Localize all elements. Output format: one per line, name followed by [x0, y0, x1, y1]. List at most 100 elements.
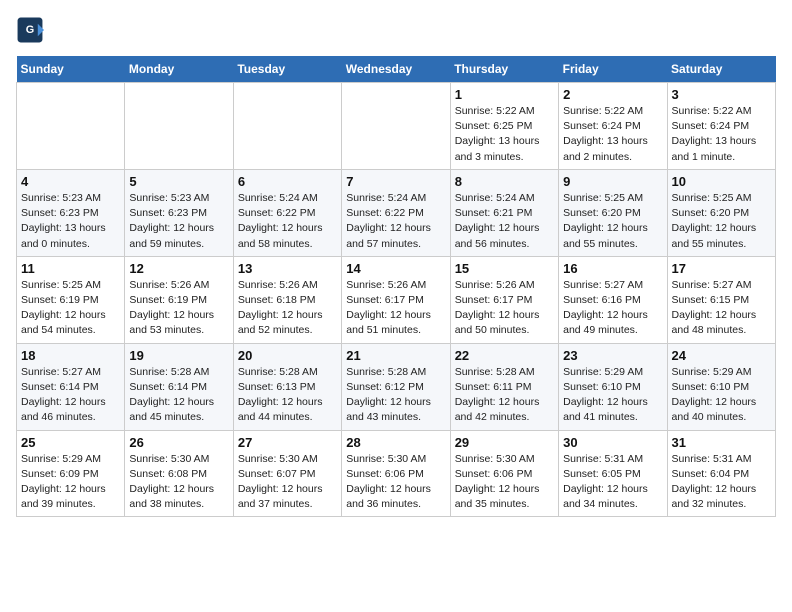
- day-info: Sunrise: 5:22 AM Sunset: 6:24 PM Dayligh…: [563, 104, 662, 165]
- day-info: Sunrise: 5:30 AM Sunset: 6:06 PM Dayligh…: [346, 452, 445, 513]
- day-number: 16: [563, 261, 662, 276]
- day-number: 1: [455, 87, 554, 102]
- week-row-5: 25Sunrise: 5:29 AM Sunset: 6:09 PM Dayli…: [17, 430, 776, 517]
- day-info: Sunrise: 5:28 AM Sunset: 6:11 PM Dayligh…: [455, 365, 554, 426]
- day-info: Sunrise: 5:31 AM Sunset: 6:05 PM Dayligh…: [563, 452, 662, 513]
- day-info: Sunrise: 5:22 AM Sunset: 6:24 PM Dayligh…: [672, 104, 771, 165]
- day-info: Sunrise: 5:27 AM Sunset: 6:15 PM Dayligh…: [672, 278, 771, 339]
- calendar-cell: [17, 83, 125, 170]
- weekday-header-saturday: Saturday: [667, 56, 775, 83]
- calendar-cell: [233, 83, 341, 170]
- calendar-cell: 17 Sunrise: 5:27 AM Sunset: 6:15 PM Dayli…: [667, 256, 775, 343]
- day-info: Sunrise: 5:22 AM Sunset: 6:25 PM Dayligh…: [455, 104, 554, 165]
- day-number: 15: [455, 261, 554, 276]
- week-row-3: 11Sunrise: 5:25 AM Sunset: 6:19 PM Dayli…: [17, 256, 776, 343]
- weekday-header-tuesday: Tuesday: [233, 56, 341, 83]
- day-number: 21: [346, 348, 445, 363]
- week-row-1: 1 Sunrise: 5:22 AM Sunset: 6:25 PM Daylig…: [17, 83, 776, 170]
- day-info: Sunrise: 5:27 AM Sunset: 6:14 PM Dayligh…: [21, 365, 120, 426]
- day-info: Sunrise: 5:28 AM Sunset: 6:14 PM Dayligh…: [129, 365, 228, 426]
- day-info: Sunrise: 5:24 AM Sunset: 6:22 PM Dayligh…: [346, 191, 445, 252]
- calendar-cell: 2 Sunrise: 5:22 AM Sunset: 6:24 PM Daylig…: [559, 83, 667, 170]
- calendar-cell: 7 Sunrise: 5:24 AM Sunset: 6:22 PM Daylig…: [342, 169, 450, 256]
- calendar-cell: 14 Sunrise: 5:26 AM Sunset: 6:17 PM Dayli…: [342, 256, 450, 343]
- day-info: Sunrise: 5:28 AM Sunset: 6:13 PM Dayligh…: [238, 365, 337, 426]
- logo-icon: G: [16, 16, 44, 44]
- calendar-cell: 20 Sunrise: 5:28 AM Sunset: 6:13 PM Dayli…: [233, 343, 341, 430]
- day-info: Sunrise: 5:25 AM Sunset: 6:20 PM Dayligh…: [563, 191, 662, 252]
- day-info: Sunrise: 5:31 AM Sunset: 6:04 PM Dayligh…: [672, 452, 771, 513]
- calendar-cell: 30 Sunrise: 5:31 AM Sunset: 6:05 PM Dayli…: [559, 430, 667, 517]
- day-number: 9: [563, 174, 662, 189]
- calendar-cell: 13 Sunrise: 5:26 AM Sunset: 6:18 PM Dayli…: [233, 256, 341, 343]
- day-number: 20: [238, 348, 337, 363]
- day-number: 18: [21, 348, 120, 363]
- calendar-cell: 18 Sunrise: 5:27 AM Sunset: 6:14 PM Dayli…: [17, 343, 125, 430]
- day-info: Sunrise: 5:30 AM Sunset: 6:08 PM Dayligh…: [129, 452, 228, 513]
- calendar-cell: 10Sunrise: 5:25 AM Sunset: 6:20 PM Dayli…: [667, 169, 775, 256]
- calendar-cell: 25Sunrise: 5:29 AM Sunset: 6:09 PM Dayli…: [17, 430, 125, 517]
- weekday-header-sunday: Sunday: [17, 56, 125, 83]
- weekday-header-thursday: Thursday: [450, 56, 558, 83]
- day-info: Sunrise: 5:26 AM Sunset: 6:17 PM Dayligh…: [455, 278, 554, 339]
- calendar-table: SundayMondayTuesdayWednesdayThursdayFrid…: [16, 56, 776, 517]
- day-info: Sunrise: 5:23 AM Sunset: 6:23 PM Dayligh…: [21, 191, 120, 252]
- calendar-cell: 9 Sunrise: 5:25 AM Sunset: 6:20 PM Daylig…: [559, 169, 667, 256]
- calendar-cell: 15 Sunrise: 5:26 AM Sunset: 6:17 PM Dayli…: [450, 256, 558, 343]
- day-number: 28: [346, 435, 445, 450]
- calendar-cell: 3 Sunrise: 5:22 AM Sunset: 6:24 PM Daylig…: [667, 83, 775, 170]
- day-info: Sunrise: 5:23 AM Sunset: 6:23 PM Dayligh…: [129, 191, 228, 252]
- day-number: 25: [21, 435, 120, 450]
- day-number: 6: [238, 174, 337, 189]
- calendar-cell: [342, 83, 450, 170]
- weekday-header-row: SundayMondayTuesdayWednesdayThursdayFrid…: [17, 56, 776, 83]
- day-info: Sunrise: 5:26 AM Sunset: 6:18 PM Dayligh…: [238, 278, 337, 339]
- calendar-cell: 26 Sunrise: 5:30 AM Sunset: 6:08 PM Dayli…: [125, 430, 233, 517]
- day-number: 26: [129, 435, 228, 450]
- day-info: Sunrise: 5:27 AM Sunset: 6:16 PM Dayligh…: [563, 278, 662, 339]
- week-row-4: 18 Sunrise: 5:27 AM Sunset: 6:14 PM Dayli…: [17, 343, 776, 430]
- day-info: Sunrise: 5:29 AM Sunset: 6:10 PM Dayligh…: [672, 365, 771, 426]
- calendar-cell: 28 Sunrise: 5:30 AM Sunset: 6:06 PM Dayli…: [342, 430, 450, 517]
- day-number: 3: [672, 87, 771, 102]
- calendar-cell: 11Sunrise: 5:25 AM Sunset: 6:19 PM Dayli…: [17, 256, 125, 343]
- day-info: Sunrise: 5:30 AM Sunset: 6:07 PM Dayligh…: [238, 452, 337, 513]
- day-number: 17: [672, 261, 771, 276]
- day-number: 13: [238, 261, 337, 276]
- calendar-cell: 31 Sunrise: 5:31 AM Sunset: 6:04 PM Dayli…: [667, 430, 775, 517]
- day-number: 7: [346, 174, 445, 189]
- day-number: 5: [129, 174, 228, 189]
- day-number: 30: [563, 435, 662, 450]
- day-number: 11: [21, 261, 120, 276]
- day-info: Sunrise: 5:26 AM Sunset: 6:17 PM Dayligh…: [346, 278, 445, 339]
- calendar-cell: 27 Sunrise: 5:30 AM Sunset: 6:07 PM Dayli…: [233, 430, 341, 517]
- calendar-cell: 4 Sunrise: 5:23 AM Sunset: 6:23 PM Daylig…: [17, 169, 125, 256]
- day-number: 23: [563, 348, 662, 363]
- calendar-cell: 8 Sunrise: 5:24 AM Sunset: 6:21 PM Daylig…: [450, 169, 558, 256]
- calendar-cell: 16 Sunrise: 5:27 AM Sunset: 6:16 PM Dayli…: [559, 256, 667, 343]
- calendar-cell: 24 Sunrise: 5:29 AM Sunset: 6:10 PM Dayli…: [667, 343, 775, 430]
- day-number: 24: [672, 348, 771, 363]
- calendar-cell: 29 Sunrise: 5:30 AM Sunset: 6:06 PM Dayli…: [450, 430, 558, 517]
- day-number: 14: [346, 261, 445, 276]
- svg-text:G: G: [26, 24, 34, 36]
- logo: G: [16, 16, 48, 44]
- day-number: 19: [129, 348, 228, 363]
- day-number: 29: [455, 435, 554, 450]
- day-number: 31: [672, 435, 771, 450]
- calendar-cell: 6Sunrise: 5:24 AM Sunset: 6:22 PM Daylig…: [233, 169, 341, 256]
- day-number: 8: [455, 174, 554, 189]
- day-number: 4: [21, 174, 120, 189]
- calendar-cell: [125, 83, 233, 170]
- day-number: 10: [672, 174, 771, 189]
- day-info: Sunrise: 5:26 AM Sunset: 6:19 PM Dayligh…: [129, 278, 228, 339]
- day-info: Sunrise: 5:29 AM Sunset: 6:10 PM Dayligh…: [563, 365, 662, 426]
- week-row-2: 4 Sunrise: 5:23 AM Sunset: 6:23 PM Daylig…: [17, 169, 776, 256]
- weekday-header-wednesday: Wednesday: [342, 56, 450, 83]
- day-info: Sunrise: 5:30 AM Sunset: 6:06 PM Dayligh…: [455, 452, 554, 513]
- calendar-cell: 5 Sunrise: 5:23 AM Sunset: 6:23 PM Daylig…: [125, 169, 233, 256]
- day-number: 2: [563, 87, 662, 102]
- day-info: Sunrise: 5:24 AM Sunset: 6:21 PM Dayligh…: [455, 191, 554, 252]
- calendar-cell: 1 Sunrise: 5:22 AM Sunset: 6:25 PM Daylig…: [450, 83, 558, 170]
- day-number: 27: [238, 435, 337, 450]
